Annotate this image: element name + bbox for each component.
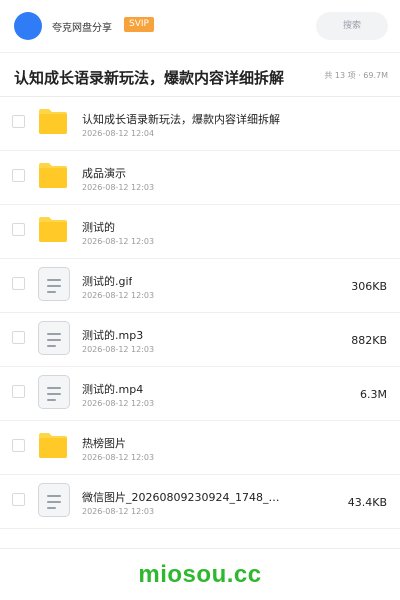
document-icon	[38, 483, 70, 517]
file-date: 2026-08-12 12:03	[82, 453, 155, 462]
document-icon	[38, 375, 70, 409]
file-name: 成品演示	[82, 167, 126, 180]
file-name: 认知成长语录新玩法，爆款内容详细拆解	[82, 113, 280, 126]
file-size: 43.4KB	[347, 496, 387, 509]
file-name: 测试的.gif	[82, 275, 133, 288]
brand-name: 夸克网盘分享	[52, 23, 112, 34]
folder-icon	[38, 215, 70, 247]
search-button[interactable]: 搜索	[316, 12, 388, 40]
file-row[interactable]: 测试的 2026-08-12 12:03	[0, 205, 400, 259]
file-date: 2026-08-12 12:03	[82, 237, 155, 246]
file-name: 热榜图片	[82, 437, 126, 450]
file-size: 6.3M	[360, 388, 387, 401]
file-name: 测试的.mp3	[82, 329, 144, 342]
row-checkbox[interactable]	[12, 277, 25, 290]
file-size: 882KB	[351, 334, 387, 347]
footer: miosou.cc	[0, 548, 400, 600]
file-date: 2026-08-12 12:04	[82, 129, 155, 138]
folder-icon	[38, 107, 70, 139]
file-row[interactable]: 测试的.gif 2026-08-12 12:03 306KB	[0, 259, 400, 313]
file-row[interactable]: 成品演示 2026-08-12 12:03	[0, 151, 400, 205]
row-checkbox[interactable]	[12, 115, 25, 128]
folder-header: 认知成长语录新玩法，爆款内容详细拆解 共 13 项 · 69.7M	[0, 53, 400, 97]
top-bar: 夸克网盘分享 SVIP 搜索	[0, 0, 400, 52]
file-row[interactable]: 认知成长语录新玩法，爆款内容详细拆解 2026-08-12 12:04	[0, 97, 400, 151]
row-checkbox[interactable]	[12, 331, 25, 344]
row-checkbox[interactable]	[12, 223, 25, 236]
avatar[interactable]	[14, 12, 42, 40]
folder-icon	[38, 431, 70, 463]
file-size: 306KB	[351, 280, 387, 293]
row-checkbox[interactable]	[12, 169, 25, 182]
file-name: 微信图片_20260809230924_1748_…	[82, 491, 280, 504]
folder-title: 认知成长语录新玩法，爆款内容详细拆解	[14, 69, 285, 87]
folder-icon	[38, 161, 70, 193]
file-row[interactable]: 测试的.mp4 2026-08-12 12:03 6.3M	[0, 367, 400, 421]
file-date: 2026-08-12 12:03	[82, 291, 155, 300]
file-name: 测试的.mp4	[82, 383, 144, 396]
file-date: 2026-08-12 12:03	[82, 399, 155, 408]
file-list: 认知成长语录新玩法，爆款内容详细拆解 2026-08-12 12:04 成品演示 20…	[0, 97, 400, 529]
file-date: 2026-08-12 12:03	[82, 183, 155, 192]
file-date: 2026-08-12 12:03	[82, 507, 155, 516]
row-checkbox[interactable]	[12, 439, 25, 452]
vip-badge: SVIP	[124, 17, 154, 32]
row-checkbox[interactable]	[12, 493, 25, 506]
watermark: miosou.cc	[138, 561, 262, 588]
document-icon	[38, 321, 70, 355]
file-row[interactable]: 测试的.mp3 2026-08-12 12:03 882KB	[0, 313, 400, 367]
file-name: 测试的	[82, 221, 115, 234]
document-icon	[38, 267, 70, 301]
row-checkbox[interactable]	[12, 385, 25, 398]
file-row[interactable]: 热榜图片 2026-08-12 12:03	[0, 421, 400, 475]
file-row[interactable]: 微信图片_20260809230924_1748_… 2026-08-12 12:…	[0, 475, 400, 529]
folder-meta: 共 13 项 · 69.7M	[324, 71, 388, 80]
file-date: 2026-08-12 12:03	[82, 345, 155, 354]
